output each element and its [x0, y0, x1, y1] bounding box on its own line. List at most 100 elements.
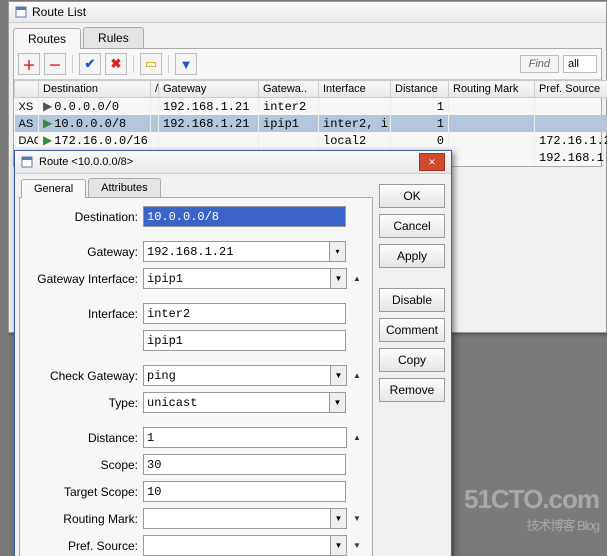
cell-sort [151, 115, 159, 132]
check-gateway-label: Check Gateway: [20, 369, 143, 383]
pref-source-collapse[interactable]: ▼ [350, 541, 364, 551]
route-dialog: Route <10.0.0.0/8> ✕ General Attributes … [14, 150, 452, 556]
comment-button[interactable]: Comment [379, 318, 445, 342]
tab-rules[interactable]: Rules [83, 27, 144, 48]
disable-button[interactable]: ✖ [105, 53, 127, 75]
general-form: Destination: Gateway: ▾ Gateway Interfac… [19, 197, 373, 556]
table-row[interactable]: XS▶0.0.0.0/0192.168.1.21inter21 [15, 98, 607, 116]
routing-mark-collapse[interactable]: ▼ [350, 514, 364, 524]
cell-distance: 1 [391, 115, 449, 132]
col-destination[interactable]: Destination [39, 81, 151, 98]
gateway-stepper[interactable]: ▾ [329, 241, 346, 262]
cell-gateway: 192.168.1.21 [159, 115, 259, 132]
apply-button[interactable]: Apply [379, 244, 445, 268]
interface-input-2[interactable] [143, 330, 346, 351]
cell-destination: ▶10.0.0.0/8 [39, 115, 151, 132]
cell-destination: ▶172.16.0.0/16 [39, 132, 151, 149]
cancel-button[interactable]: Cancel [379, 214, 445, 238]
ok-button[interactable]: OK [379, 184, 445, 208]
col-routing-mark[interactable]: Routing Mark [449, 81, 535, 98]
check-gateway-expand[interactable]: ▲ [350, 371, 364, 381]
table-row[interactable]: AS▶10.0.0.0/8192.168.1.21ipip1inter2, i.… [15, 115, 607, 132]
dialog-close-button[interactable]: ✕ [419, 153, 445, 171]
col-sort[interactable]: / [151, 81, 159, 98]
gateway-interface-expand[interactable]: ▲ [350, 274, 364, 284]
distance-expand[interactable]: ▲ [350, 433, 364, 443]
cell-sort [151, 98, 159, 116]
tab-general[interactable]: General [21, 179, 86, 198]
disable-button[interactable]: Disable [379, 288, 445, 312]
check-gateway-input[interactable] [143, 365, 331, 386]
note-icon: ▭ [145, 56, 157, 72]
type-input[interactable] [143, 392, 330, 413]
cell-gateway: 192.168.1.21 [159, 98, 259, 116]
minus-icon: － [48, 55, 61, 74]
distance-label: Distance: [20, 431, 143, 445]
cell-routing-mark [449, 115, 535, 132]
find-button[interactable]: Find [520, 55, 559, 73]
cell-interface: local2 [319, 132, 391, 149]
destination-label: Destination: [20, 210, 143, 224]
cell-interface: inter2, i... [319, 115, 391, 132]
cell-flag: XS [15, 98, 39, 116]
cross-icon: ✖ [111, 56, 122, 72]
cell-gateway-if: inter2 [259, 98, 319, 116]
scope-input[interactable] [143, 454, 346, 475]
add-button[interactable]: ＋ [18, 53, 40, 75]
find-scope-select[interactable]: all [563, 55, 597, 73]
copy-button[interactable]: Copy [379, 348, 445, 372]
gateway-label: Gateway: [20, 245, 143, 259]
cell-routing-mark [449, 98, 535, 116]
remove-button[interactable]: － [44, 53, 66, 75]
dialog-icon [21, 156, 33, 168]
cell-gateway-if [259, 132, 319, 149]
chevron-down-icon: ▼ [335, 541, 343, 550]
cell-pref-source: 172.16.1.22 [535, 132, 607, 149]
funnel-icon: ▼ [180, 57, 193, 72]
pref-source-dropdown[interactable]: ▼ [330, 535, 347, 556]
cell-pref-source [535, 115, 607, 132]
type-dropdown[interactable]: ▼ [329, 392, 346, 413]
filter-button[interactable]: ▼ [175, 53, 197, 75]
col-pref-source[interactable]: Pref. Source [535, 81, 607, 98]
cell-pref-source [535, 98, 607, 116]
gateway-input[interactable] [143, 241, 330, 262]
chevron-down-icon: ▼ [335, 514, 343, 523]
pref-source-label: Pref. Source: [20, 539, 143, 553]
target-scope-label: Target Scope: [20, 485, 143, 499]
cell-flag: DAC [15, 132, 39, 149]
tab-attributes[interactable]: Attributes [88, 178, 160, 197]
cell-distance: 1 [391, 98, 449, 116]
chevron-down-icon: ▼ [335, 274, 343, 283]
app-icon [15, 6, 27, 18]
routing-mark-dropdown[interactable]: ▼ [330, 508, 347, 529]
dialog-buttons: OK Cancel Apply Disable Comment Copy Rem… [379, 178, 445, 556]
destination-input[interactable] [143, 206, 346, 227]
gateway-interface-input[interactable] [143, 268, 331, 289]
gateway-interface-dropdown[interactable]: ▼ [330, 268, 347, 289]
col-gateway[interactable]: Gateway [159, 81, 259, 98]
col-flag[interactable] [15, 81, 39, 98]
routing-mark-input[interactable] [143, 508, 331, 529]
comment-button[interactable]: ▭ [140, 53, 162, 75]
window-titlebar: Route List [9, 2, 606, 23]
dialog-titlebar[interactable]: Route <10.0.0.0/8> ✕ [15, 151, 451, 174]
distance-input[interactable] [143, 427, 347, 448]
separator [133, 55, 134, 73]
target-scope-input[interactable] [143, 481, 346, 502]
watermark: 51CTO.com 技术博客 Blog [464, 484, 599, 534]
interface-input-1[interactable] [143, 303, 346, 324]
main-tabs: Routes Rules [13, 27, 602, 48]
table-row[interactable]: DAC▶172.16.0.0/16local20172.16.1.22 [15, 132, 607, 149]
col-interface[interactable]: Interface [319, 81, 391, 98]
check-gateway-dropdown[interactable]: ▼ [330, 365, 347, 386]
toolbar: ＋ － ✔ ✖ ▭ ▼ Find all [14, 49, 601, 80]
window-title: Route List [32, 5, 86, 19]
enable-button[interactable]: ✔ [79, 53, 101, 75]
check-icon: ✔ [85, 56, 96, 72]
tab-routes[interactable]: Routes [13, 28, 81, 49]
col-gateway-if[interactable]: Gatewa.. [259, 81, 319, 98]
remove-button[interactable]: Remove [379, 378, 445, 402]
col-distance[interactable]: Distance [391, 81, 449, 98]
pref-source-input[interactable] [143, 535, 331, 556]
